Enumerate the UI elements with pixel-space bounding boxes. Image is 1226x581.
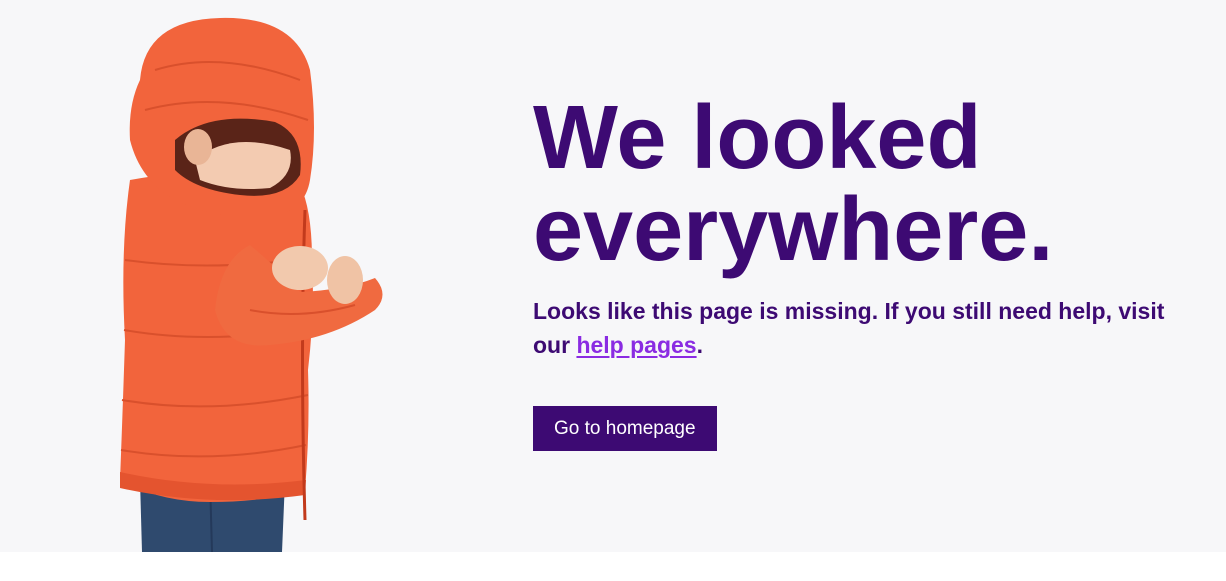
help-pages-link[interactable]: help pages	[576, 332, 696, 358]
child-jacket-illustration	[120, 17, 383, 552]
headline-line-2: everywhere.	[533, 180, 1054, 280]
error-content: We looked everywhere. Looks like this pa…	[533, 92, 1173, 451]
message-period: .	[696, 332, 703, 358]
missing-page-message: Looks like this page is missing. If you …	[533, 294, 1173, 362]
page-bottom-area	[0, 552, 1226, 581]
go-to-homepage-button[interactable]: Go to homepage	[533, 406, 717, 451]
error-page: We looked everywhere. Looks like this pa…	[0, 0, 1226, 552]
page-title: We looked everywhere.	[533, 92, 1173, 276]
headline-line-1: We looked	[533, 88, 982, 188]
